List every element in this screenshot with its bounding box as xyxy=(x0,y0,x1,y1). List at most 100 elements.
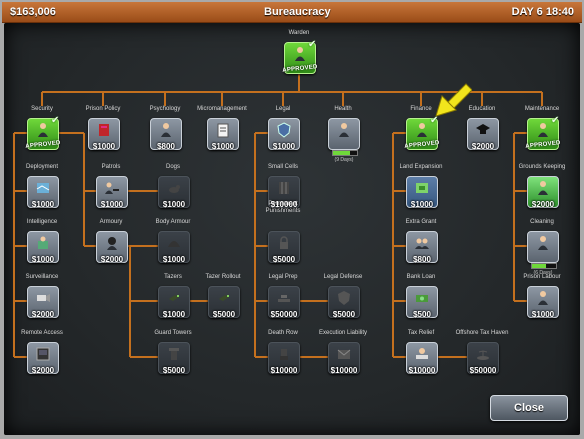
node-price: $2000 xyxy=(31,366,55,375)
node-price: $50000 xyxy=(469,366,497,375)
node-price: $5000 xyxy=(332,310,356,319)
node-label-dogs: Dogs xyxy=(165,164,180,170)
gardener-icon xyxy=(538,181,548,195)
node-patrols-button[interactable]: $1000 xyxy=(96,176,128,209)
node-label-small-cells: Small Cells xyxy=(267,164,298,170)
node-label-cleaning: Cleaning xyxy=(530,219,554,225)
node-deployment-button[interactable]: $1000 xyxy=(27,176,59,209)
node-finance-button[interactable]: APPROVED ✔ xyxy=(404,116,440,150)
node-price: $10000 xyxy=(330,366,358,375)
node-remote-access-button[interactable]: $2000 xyxy=(27,342,59,375)
node-offshore-tax-haven-button[interactable]: $50000 xyxy=(467,342,499,375)
node-label-warden: Warden xyxy=(288,30,310,36)
land-icon xyxy=(416,183,428,193)
node-label-deployment: Deployment xyxy=(25,164,58,170)
node-tax-relief-button[interactable]: $10000 xyxy=(406,342,438,375)
node-price: $800 xyxy=(413,255,431,264)
node-price: $2000 xyxy=(31,310,55,319)
check-icon: ✔ xyxy=(51,115,60,126)
node-label-land-expansion: Land Expansion xyxy=(399,164,443,170)
taser-icon xyxy=(219,295,229,301)
cell-icon xyxy=(279,182,289,194)
node-health-button[interactable]: (9 Days) xyxy=(328,118,360,163)
node-tazer-rollout-button[interactable]: $5000 xyxy=(208,286,240,319)
approved-stamp: APPROVED xyxy=(525,140,561,150)
node-label-tazer-rollout: Tazer Rollout xyxy=(205,274,241,280)
node-price: $5000 xyxy=(272,255,296,264)
node-label-security: Security xyxy=(31,106,53,112)
node-label-offshore-tax-haven: Offshore Tax Haven xyxy=(455,330,509,336)
node-price: $50000 xyxy=(270,310,298,319)
guard-icon xyxy=(38,123,48,137)
node-price: $800 xyxy=(157,142,175,151)
node-cleaning-button[interactable]: (6 Days) xyxy=(527,231,559,276)
node-price: $1000 xyxy=(92,142,116,151)
node-micromanagement-button[interactable]: $1000 xyxy=(207,118,239,151)
node-permanent-punishments-button[interactable]: $5000 xyxy=(268,231,300,264)
labour-icon xyxy=(538,291,548,305)
node-label-grounds-keeping: Grounds Keeping xyxy=(518,164,566,170)
node-land-expansion-button[interactable]: $1000 xyxy=(406,176,438,209)
node-intelligence-button[interactable]: $1000 xyxy=(27,231,59,264)
island-icon xyxy=(477,350,489,360)
node-maintenance-button[interactable]: APPROVED ✔ xyxy=(525,116,561,150)
map-icon xyxy=(36,183,50,193)
node-guard-towers-button[interactable]: $5000 xyxy=(158,342,190,375)
node-price: $1000 xyxy=(531,310,555,319)
approved-stamp: APPROVED xyxy=(282,64,318,74)
node-price: $1000 xyxy=(31,255,55,264)
check-icon: ✔ xyxy=(308,39,317,50)
workman-icon xyxy=(538,123,548,137)
node-prison-policy-button[interactable]: $1000 xyxy=(88,118,120,151)
node-price: $1000 xyxy=(31,200,55,209)
gavel-icon xyxy=(278,295,290,302)
node-legal-prep-button[interactable]: $50000 xyxy=(268,286,300,319)
close-button[interactable]: Close xyxy=(490,395,568,421)
node-label-intelligence: Intelligence xyxy=(26,219,58,225)
console-icon xyxy=(36,347,50,361)
node-label-body-armour: Body Armour xyxy=(155,219,191,225)
doctor-icon xyxy=(339,123,349,137)
node-security-button[interactable]: APPROVED ✔ xyxy=(25,115,61,150)
node-extra-grant-button[interactable]: $800 xyxy=(406,231,438,264)
node-warden-button[interactable]: APPROVED ✔ xyxy=(282,39,318,74)
node-education-button[interactable]: $2000 xyxy=(467,118,499,151)
node-label-armoury: Armoury xyxy=(99,219,123,225)
progress-bar xyxy=(332,150,358,156)
camera-icon xyxy=(37,294,50,302)
node-label-permanent-punishments: Permanent Punishments xyxy=(265,201,301,214)
node-label-tax-relief: Tax Relief xyxy=(407,330,435,336)
helmet-icon xyxy=(168,241,180,247)
node-price: $1000 xyxy=(211,142,235,151)
node-price: $5000 xyxy=(162,366,186,375)
node-label-health: Health xyxy=(334,106,352,112)
node-prison-labour-button[interactable]: $1000 xyxy=(527,286,559,319)
node-tazers-button[interactable]: $1000 xyxy=(158,286,190,319)
node-legal-button[interactable]: $1000 xyxy=(268,118,300,151)
node-label-legal-defense: Legal Defense xyxy=(323,274,363,280)
node-death-row-button[interactable]: $10000 xyxy=(268,342,300,375)
book-icon xyxy=(99,124,109,136)
node-price: $1000 xyxy=(162,310,186,319)
progress-text: (9 Days) xyxy=(334,157,354,163)
node-label-surveillance: Surveillance xyxy=(25,274,59,280)
envelope-icon xyxy=(337,349,351,359)
node-dogs-button[interactable]: $1000 xyxy=(158,176,190,209)
lock-icon xyxy=(280,236,288,249)
node-price: $1000 xyxy=(272,142,296,151)
node-psychology-button[interactable]: $800 xyxy=(150,118,182,151)
taser-icon xyxy=(169,295,179,301)
node-grounds-keeping-button[interactable]: $2000 xyxy=(527,176,559,209)
node-surveillance-button[interactable]: $2000 xyxy=(27,286,59,319)
node-legal-defense-button[interactable]: $5000 xyxy=(328,286,360,319)
patrol-icon xyxy=(105,182,119,194)
node-body-armour-button[interactable]: $1000 xyxy=(158,231,190,264)
node-label-bank-loan: Bank Loan xyxy=(406,274,436,280)
node-price: $2000 xyxy=(471,142,495,151)
node-armoury-button[interactable]: $2000 xyxy=(96,231,128,264)
tutorial-arrow-icon xyxy=(435,83,472,117)
intel-icon xyxy=(38,236,48,249)
node-execution-liability-button[interactable]: $10000 xyxy=(328,342,360,375)
node-price: $2000 xyxy=(100,255,124,264)
node-bank-loan-button[interactable]: $500 xyxy=(406,286,438,319)
